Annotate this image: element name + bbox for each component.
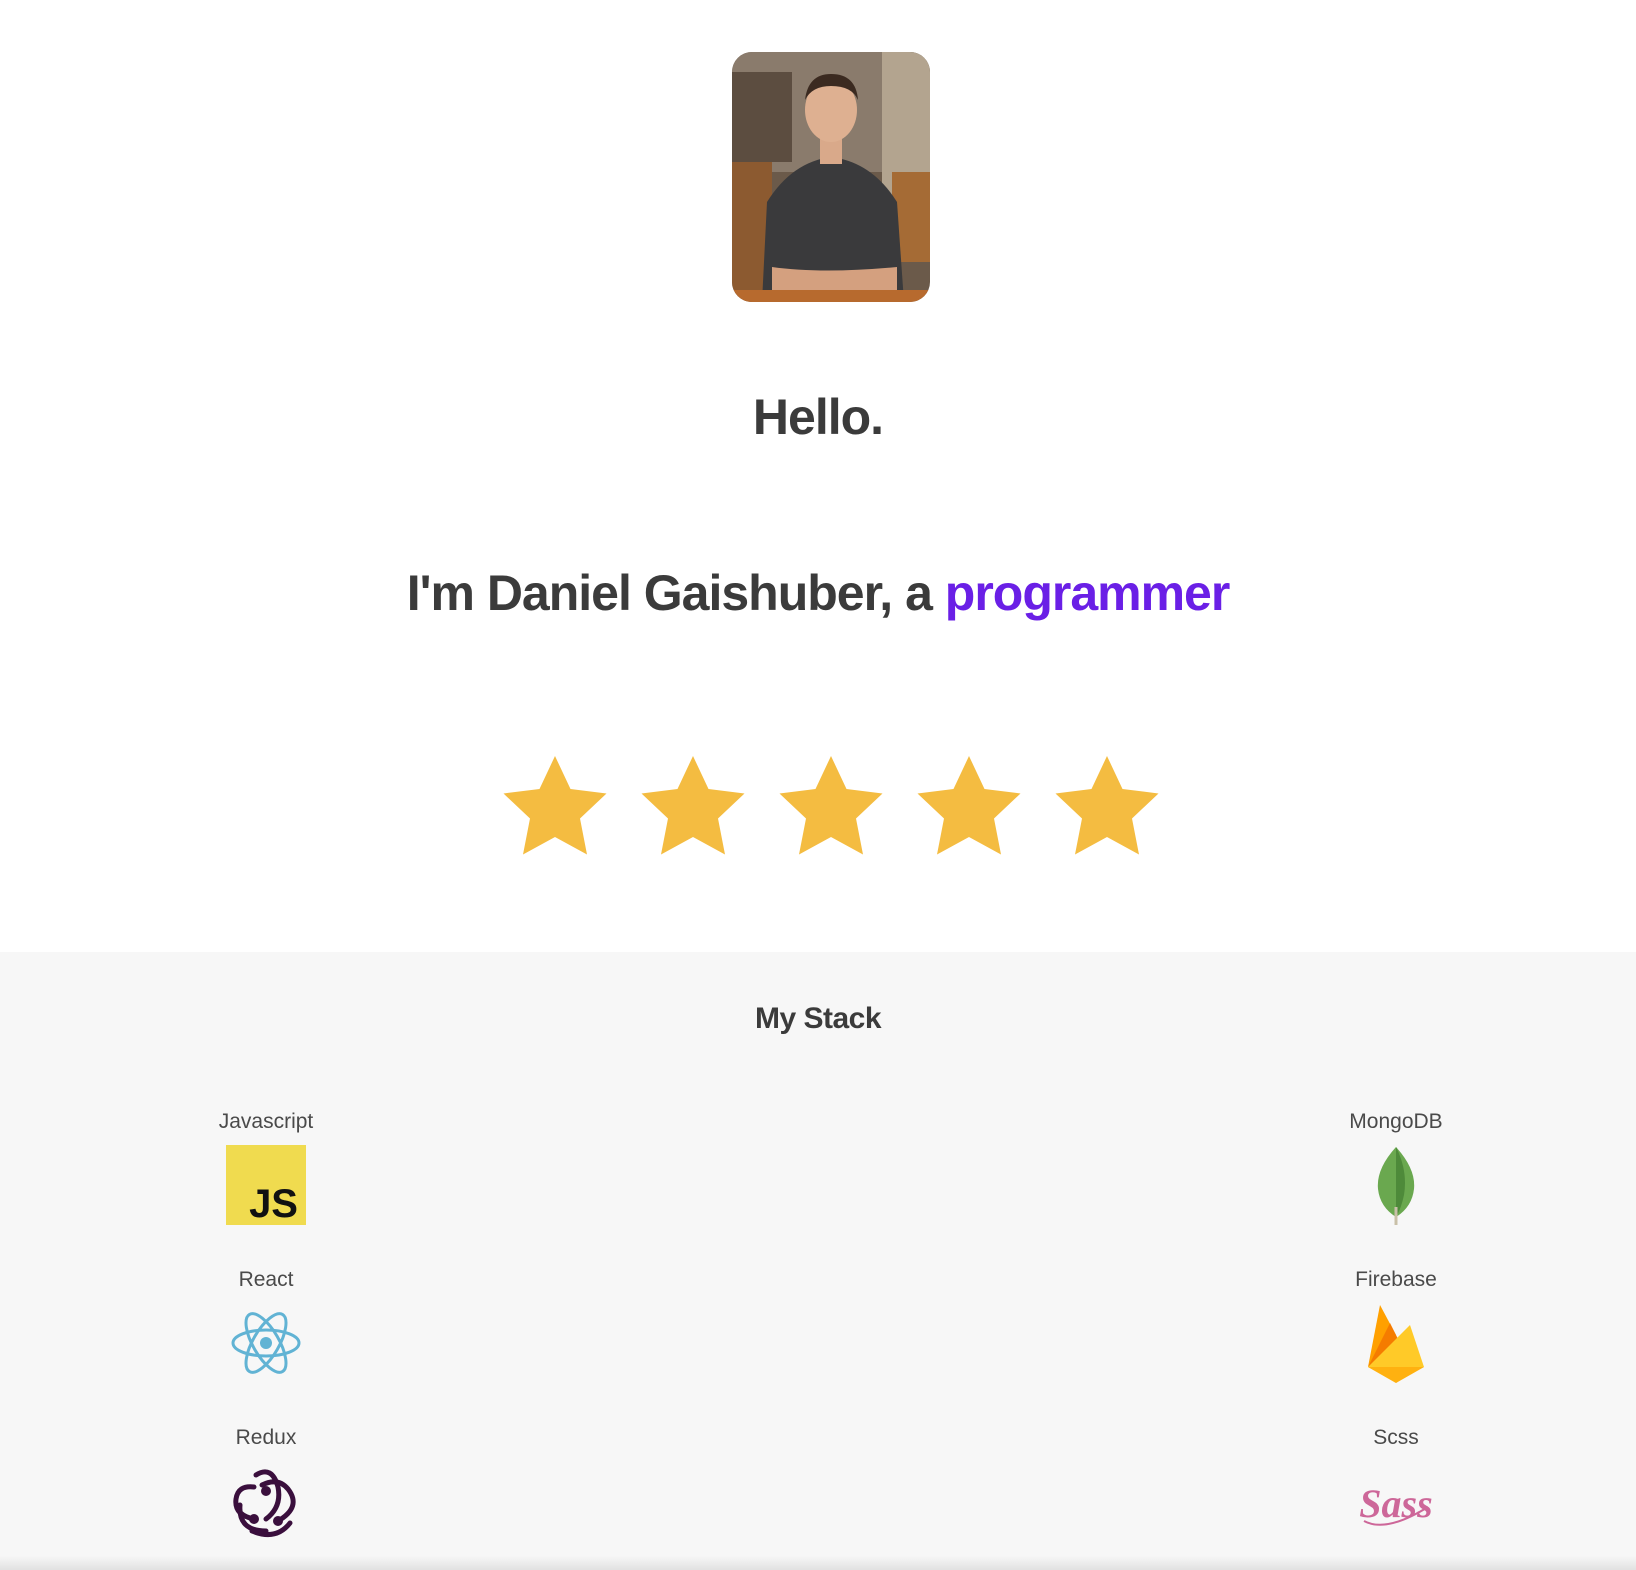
stack-item-label: MongoDB — [1349, 1110, 1443, 1133]
stack-title: My Stack — [754, 1002, 882, 1035]
greeting-heading: Hello. — [752, 389, 884, 445]
stack-item-label: Redux — [235, 1426, 297, 1449]
stack-section: My Stack Javascript JS React Redux Mongo… — [0, 952, 1636, 1570]
stack-item-label: React — [238, 1268, 294, 1291]
stack-item-mongodb: MongoDB — [1286, 1107, 1506, 1225]
intro-heading: I'm Daniel Gaishuber, a programmer — [0, 564, 1636, 622]
stack-item-firebase: Firebase — [1286, 1265, 1506, 1383]
star-icon — [917, 756, 1021, 855]
react-logo-icon — [231, 1312, 301, 1374]
stack-item-label: Javascript — [218, 1110, 314, 1133]
stack-item-label: Firebase — [1355, 1268, 1437, 1291]
sass-logo-icon: Sass — [1359, 1481, 1432, 1526]
javascript-logo-icon: JS — [226, 1145, 306, 1225]
star-icon — [779, 756, 883, 855]
stack-item-redux: Redux — [156, 1423, 376, 1541]
intro-text: I'm Daniel Gaishuber, a — [406, 565, 945, 621]
stack-item-react: React — [156, 1265, 376, 1383]
star-icon — [1055, 756, 1159, 855]
svg-text:Sass: Sass — [1359, 1481, 1432, 1526]
mongodb-logo-icon — [1377, 1147, 1415, 1225]
star-icon — [641, 756, 745, 855]
role-highlight: programmer — [944, 565, 1231, 621]
firebase-logo-icon — [1368, 1305, 1424, 1383]
star-rating — [493, 748, 1173, 868]
scroll-shadow — [0, 1556, 1636, 1570]
hero-section: Hello. I'm Daniel Gaishuber, a programme… — [0, 0, 1636, 952]
svg-text:JS: JS — [249, 1182, 298, 1225]
star-icon — [503, 756, 607, 855]
redux-logo-icon — [233, 1469, 296, 1538]
profile-photo — [732, 52, 930, 302]
stack-item-label: Scss — [1373, 1426, 1419, 1449]
stack-item-scss: Scss Sass — [1286, 1423, 1506, 1541]
stack-item-javascript: Javascript JS — [156, 1107, 376, 1225]
